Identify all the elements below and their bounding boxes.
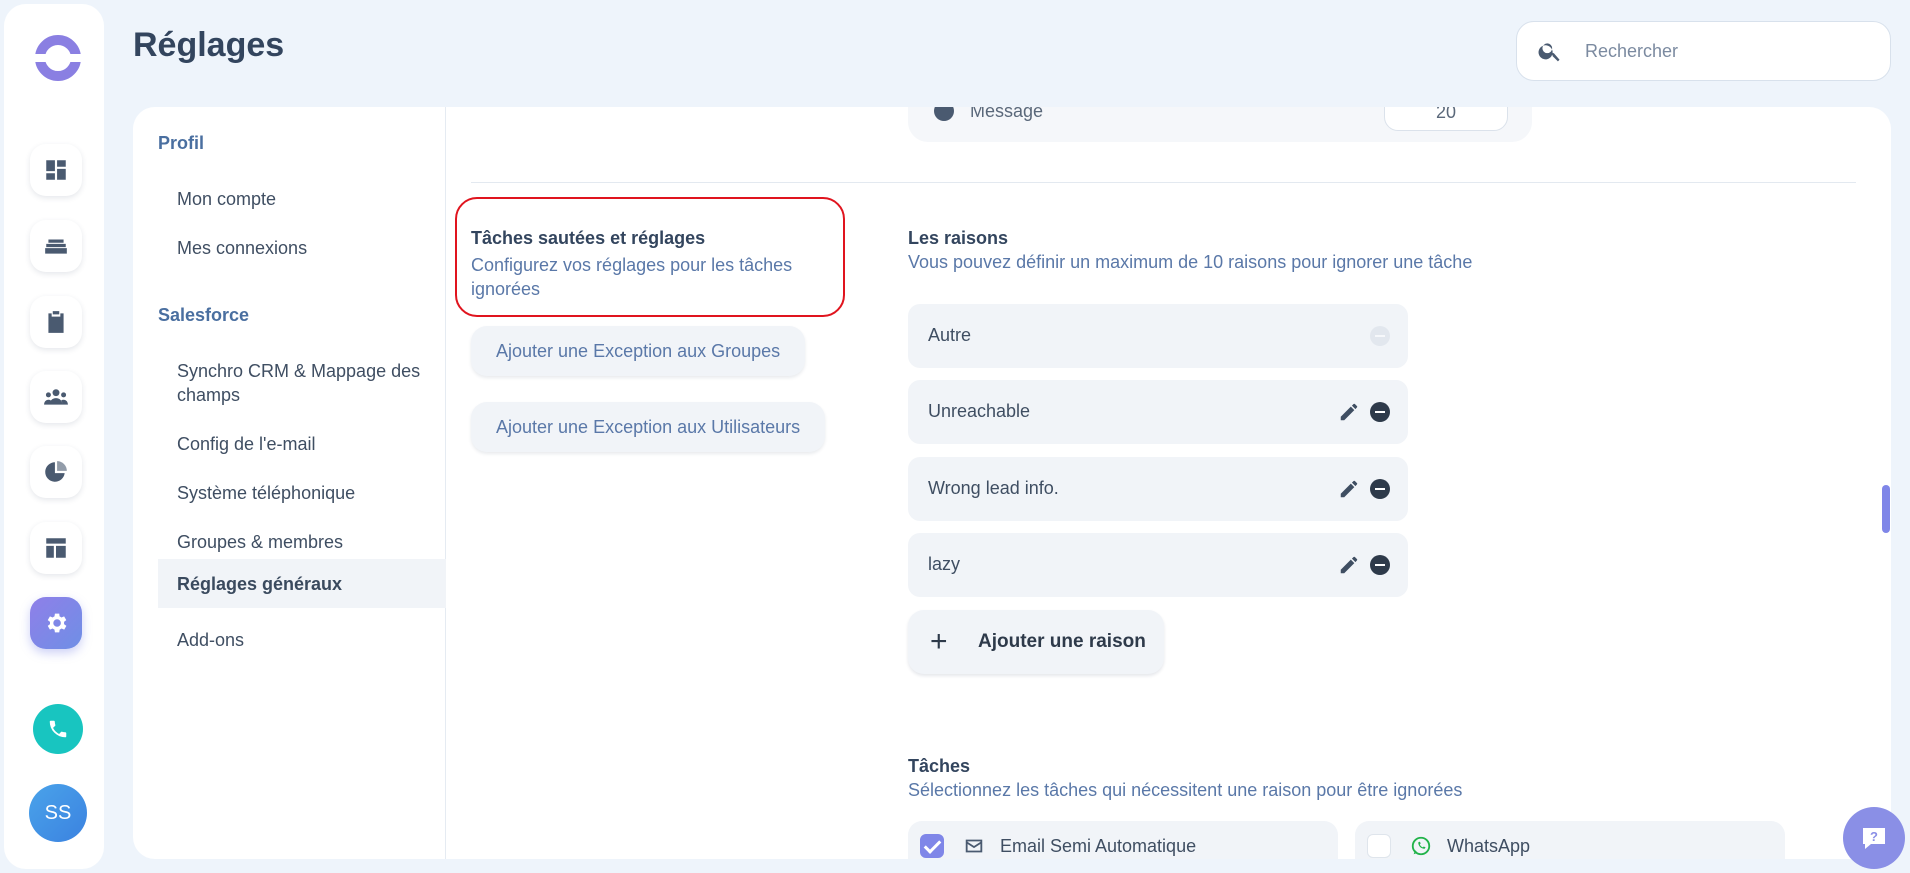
templates-nav-button[interactable] (30, 522, 82, 574)
section-divider (471, 182, 1856, 183)
task-option-email[interactable]: Email Semi Automatique (908, 821, 1338, 859)
pencil-icon (1340, 556, 1358, 574)
reason-label: Unreachable (928, 401, 1031, 421)
reasons-title: Les raisons (908, 228, 1009, 248)
phone-button[interactable] (33, 704, 83, 754)
scrollbar-thumb[interactable] (1882, 485, 1890, 533)
settings-nav-button[interactable] (30, 597, 82, 649)
stack-icon (45, 239, 67, 254)
settings-card: Profil Mon compte Mes connexions Salesfo… (133, 107, 1891, 859)
task-checkbox[interactable] (1367, 834, 1391, 858)
pie-chart-icon (45, 461, 67, 482)
add-user-exception-button[interactable]: Ajouter une Exception aux Utilisateurs (471, 402, 826, 452)
help-chat-icon: ? (1863, 828, 1885, 849)
clipboard-icon (48, 311, 64, 333)
reason-item: Unreachable (908, 380, 1408, 444)
nav-group-profil: Profil (158, 133, 205, 153)
task-option-whatsapp[interactable]: WhatsApp (1355, 821, 1785, 859)
nav-item-reglages-generaux[interactable]: Réglages généraux (158, 559, 446, 608)
svg-text:?: ? (1870, 829, 1878, 844)
tasks-nav-button[interactable] (30, 296, 82, 348)
message-label: Message (970, 107, 1044, 121)
reports-nav-button[interactable] (30, 446, 82, 498)
dashboard-nav-button[interactable] (30, 144, 82, 196)
add-reason-button[interactable]: + Ajouter une raison (908, 610, 1164, 674)
search-box[interactable] (1516, 21, 1891, 81)
remove-reason-icon (1370, 326, 1390, 346)
dashboard-icon (46, 160, 66, 180)
task-label: Email Semi Automatique (1000, 836, 1197, 856)
nav-item-groupes-membres[interactable]: Groupes & membres (158, 522, 446, 562)
search-input[interactable] (1585, 40, 1875, 62)
help-button[interactable]: ? (1843, 807, 1905, 869)
people-icon (44, 389, 68, 405)
message-setting-row: Message 20 (908, 107, 1532, 142)
settings-nav: Profil Mon compte Mes connexions Salesfo… (133, 107, 446, 859)
whatsapp-icon (1411, 836, 1431, 856)
page-title: Réglages (133, 26, 285, 64)
layout-icon (46, 538, 66, 558)
add-group-exception-button[interactable]: Ajouter une Exception aux Groupes (471, 326, 806, 376)
tasks-description: Sélectionnez les tâches qui nécessitent … (908, 780, 1463, 800)
pencil-icon (1340, 480, 1358, 498)
reason-label: Autre (928, 325, 972, 345)
inbox-nav-button[interactable] (30, 220, 82, 272)
add-reason-label: Ajouter une raison (978, 631, 1146, 652)
pencil-icon (1340, 403, 1358, 421)
app-sidebar: SS (4, 4, 104, 869)
edit-reason-button[interactable] (1338, 554, 1360, 576)
info-icon (934, 107, 954, 121)
nav-item-add-ons[interactable]: Add-ons (158, 620, 446, 660)
contacts-nav-button[interactable] (30, 371, 82, 423)
reason-item: Autre (908, 304, 1408, 368)
nav-item-mon-compte[interactable]: Mon compte (158, 179, 446, 219)
search-icon (1538, 43, 1560, 62)
reasons-description: Vous pouvez définir un maximum de 10 rai… (908, 252, 1473, 272)
edit-reason-button[interactable] (1338, 478, 1360, 500)
task-checkbox[interactable] (920, 834, 944, 858)
nav-item-systeme-telephonique[interactable]: Système téléphonique (158, 473, 446, 513)
phone-icon (49, 720, 67, 738)
remove-reason-button[interactable] (1370, 555, 1390, 575)
user-avatar[interactable]: SS (29, 784, 87, 842)
reason-label: Wrong lead info. (928, 478, 1059, 498)
skipped-tasks-description: Configurez vos réglages pour les tâches … (471, 255, 793, 299)
mail-icon (965, 839, 983, 853)
tasks-title: Tâches (908, 756, 971, 776)
remove-reason-button[interactable] (1370, 479, 1390, 499)
nav-item-mes-connexions[interactable]: Mes connexions (158, 228, 446, 268)
plus-icon: + (930, 625, 948, 658)
app-logo[interactable] (34, 34, 82, 82)
message-value-input[interactable]: 20 (1384, 107, 1508, 131)
edit-reason-button[interactable] (1338, 401, 1360, 423)
nav-group-salesforce: Salesforce (158, 305, 250, 325)
settings-content: Message 20 Tâches sautées et réglages Co… (446, 107, 1891, 859)
nav-item-synchro-crm[interactable]: Synchro CRM & Mappage des champs (158, 351, 446, 415)
reason-label: lazy (928, 554, 961, 574)
reason-item: Wrong lead info. (908, 457, 1408, 521)
remove-reason-button[interactable] (1370, 402, 1390, 422)
gear-icon (47, 613, 67, 633)
skipped-tasks-title: Tâches sautées et réglages (471, 228, 706, 248)
task-label: WhatsApp (1447, 836, 1531, 856)
nav-item-config-email[interactable]: Config de l'e-mail (158, 424, 446, 464)
reason-item: lazy (908, 533, 1408, 597)
